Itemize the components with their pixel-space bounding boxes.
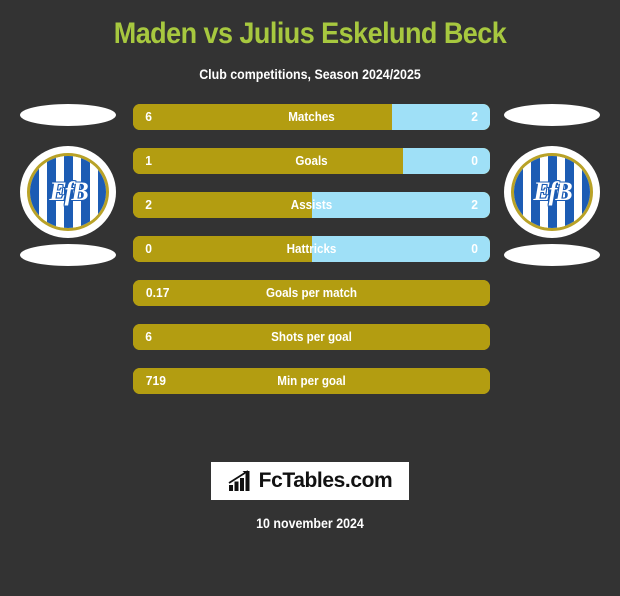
- crest-inner-oval: EfB: [27, 153, 109, 231]
- stat-label: Matches: [288, 110, 335, 124]
- stat-label: Goals: [295, 154, 328, 168]
- stat-row: 6 Shots per goal: [133, 324, 490, 350]
- stat-row: 0 Hattricks 0: [133, 236, 490, 262]
- away-club-crest-column: EfB: [492, 104, 612, 304]
- stat-away-value: 0: [471, 241, 478, 256]
- page-subtitle: Club competitions, Season 2024/2025: [199, 67, 421, 82]
- fctables-logo-text: FcTables.com: [258, 469, 393, 492]
- footer-date: 10 november 2024: [256, 516, 364, 531]
- stat-bar-list: 6 Matches 2 1 Goals 0 2 Assists 2 0 Hattricks 0 0.17…: [133, 104, 490, 412]
- decorative-ellipse-bottom: [504, 244, 600, 266]
- home-club-crest-column: EfB: [8, 104, 128, 304]
- stat-label: Assists: [290, 198, 333, 212]
- home-club-crest-icon: EfB: [20, 146, 116, 238]
- crest-monogram: EfB: [533, 177, 572, 206]
- stat-label: Goals per match: [265, 286, 358, 300]
- bar-chart-growth-icon: [228, 470, 250, 491]
- away-club-crest-icon: EfB: [504, 146, 600, 238]
- page-title: Maden vs Julius Eskelund Beck: [113, 17, 507, 50]
- stat-row: 719 Min per goal: [133, 368, 490, 394]
- comparison-area: EfB EfB 6 Matches 2 1 Goals 0 2 Assists 2 0 Hattri…: [0, 104, 620, 414]
- fctables-logo[interactable]: FcTables.com: [211, 462, 409, 500]
- decorative-ellipse-top: [504, 104, 600, 126]
- stat-away-value: 2: [471, 109, 478, 124]
- stat-label: Min per goal: [277, 374, 346, 388]
- stat-row: 2 Assists 2: [133, 192, 490, 218]
- crest-inner-oval: EfB: [511, 153, 593, 231]
- stat-label: Shots per goal: [271, 330, 352, 344]
- stat-row: 0.17 Goals per match: [133, 280, 490, 306]
- decorative-ellipse-bottom: [20, 244, 116, 266]
- stat-away-value: 2: [471, 197, 478, 212]
- crest-monogram: EfB: [49, 177, 88, 206]
- decorative-ellipse-top: [20, 104, 116, 126]
- stat-row: 6 Matches 2: [133, 104, 490, 130]
- stat-away-value: 0: [471, 153, 478, 168]
- stat-label: Hattricks: [286, 242, 337, 256]
- stat-row: 1 Goals 0: [133, 148, 490, 174]
